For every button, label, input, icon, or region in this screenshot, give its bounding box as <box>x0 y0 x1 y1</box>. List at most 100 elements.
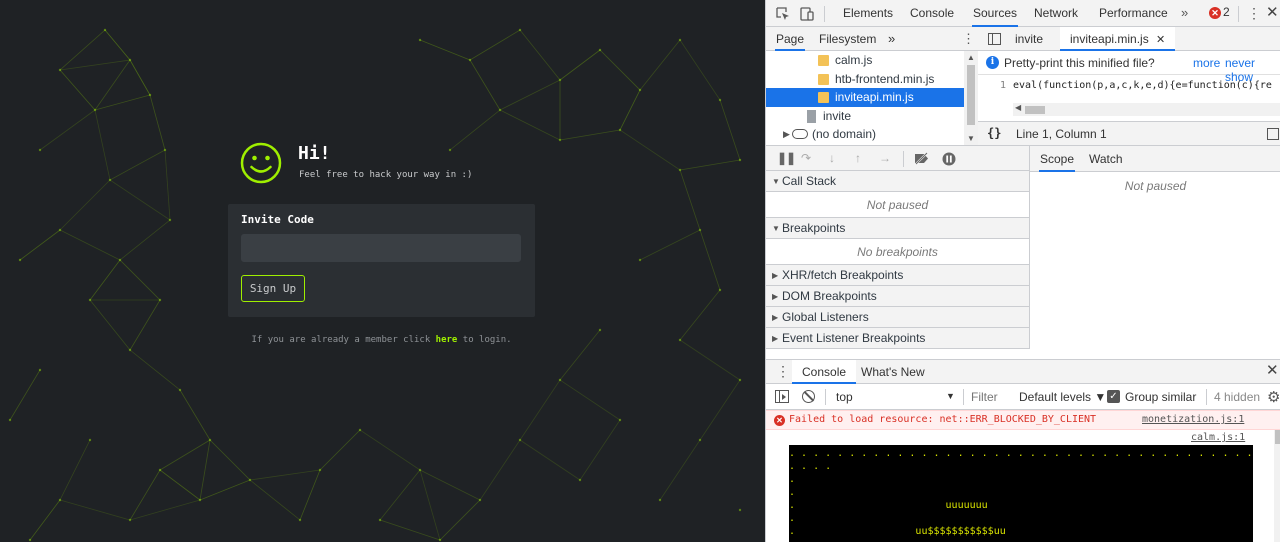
code-text[interactable]: eval(function(p,a,c,k,e,d){e=function(c)… <box>1013 77 1272 95</box>
scroll-up-arrow-icon[interactable]: ▲ <box>967 53 975 62</box>
line-number[interactable]: 1 <box>978 77 1006 95</box>
tab-watch[interactable]: Watch <box>1089 146 1123 172</box>
error-count[interactable]: 2 <box>1223 5 1230 19</box>
call-stack-body: Not paused <box>766 192 1030 218</box>
scroll-left-arrow-icon[interactable]: ◀ <box>1015 103 1021 112</box>
step-icon[interactable]: → <box>879 151 891 165</box>
dom-breakpoints-header[interactable]: ▶ DOM Breakpoints <box>766 286 1030 307</box>
invite-code-input[interactable] <box>241 234 521 262</box>
tab-elements[interactable]: Elements <box>843 0 893 27</box>
network-edge <box>679 289 721 341</box>
deactivate-breakpoints-icon[interactable] <box>914 152 930 165</box>
tab-network[interactable]: Network <box>1034 0 1078 27</box>
expand-arrow-icon[interactable]: ▶ <box>772 286 778 307</box>
xhr-breakpoints-header[interactable]: ▶ XHR/fetch Breakpoints <box>766 265 1030 286</box>
breakpoints-header[interactable]: ▼ Breakpoints <box>766 218 1030 239</box>
group-similar-checkbox[interactable]: ✓ <box>1107 390 1120 403</box>
network-edge <box>94 94 151 111</box>
collapse-arrow-icon[interactable]: ▼ <box>772 218 780 239</box>
more-tabs-chevron-icon[interactable]: » <box>1181 0 1188 27</box>
expand-arrow-icon[interactable]: ▶ <box>772 307 778 328</box>
pause-icon[interactable]: ❚❚ <box>777 151 796 165</box>
step-into-icon[interactable]: ↓ <box>829 151 835 165</box>
network-node <box>208 438 212 442</box>
scrollbar-thumb[interactable] <box>1275 430 1280 444</box>
close-devtools-icon[interactable]: ✕ <box>1266 5 1279 21</box>
error-source-link[interactable]: monetization.js:1 <box>1142 414 1244 425</box>
network-edge <box>619 129 681 171</box>
login-link[interactable]: here <box>436 335 458 345</box>
navigator-scrollbar[interactable]: ▲ ▼ <box>964 51 978 145</box>
editor-horizontal-scrollbar[interactable]: ◀ <box>1013 103 1280 116</box>
clear-console-icon[interactable] <box>802 390 815 403</box>
event-listener-breakpoints-header[interactable]: ▶ Event Listener Breakpoints <box>766 328 1030 349</box>
scroll-down-arrow-icon[interactable]: ▼ <box>967 134 975 143</box>
tree-item-inviteapi[interactable]: inviteapi.min.js <box>766 88 964 107</box>
expand-arrow-icon[interactable]: ▶ <box>772 265 778 286</box>
smiley-logo-icon <box>240 142 282 184</box>
tab-performance[interactable]: Performance <box>1099 0 1168 27</box>
tab-page[interactable]: Page <box>775 27 806 51</box>
tab-scope[interactable]: Scope <box>1039 146 1076 172</box>
navigator-menu-icon[interactable]: ⋮ <box>962 31 975 47</box>
tab-sources[interactable]: Sources <box>972 0 1019 27</box>
pretty-print-braces-icon[interactable]: {} <box>987 126 1001 140</box>
expand-arrow-icon[interactable]: ▶ <box>772 328 778 349</box>
editor-tabs: invite inviteapi.min.js ✕ <box>978 27 1280 51</box>
step-over-icon[interactable]: ↷ <box>801 151 811 165</box>
tab-console[interactable]: Console <box>910 0 954 27</box>
network-edge <box>719 99 741 161</box>
pretty-print-more-link[interactable]: more <box>1193 56 1220 70</box>
group-similar-label[interactable]: Group similar <box>1125 390 1196 404</box>
console-toolbar: top ▼ Default levels ▼ ✓ Group similar 4… <box>766 384 1280 410</box>
context-selector[interactable]: top <box>836 390 853 404</box>
log-levels-dropdown[interactable]: Default levels ▼ <box>1019 390 1106 404</box>
network-edge <box>439 499 481 541</box>
coverage-icon[interactable] <box>1267 128 1279 140</box>
code-line[interactable]: 1 eval(function(p,a,c,k,e,d){e=function(… <box>978 77 1280 95</box>
global-listeners-header[interactable]: ▶ Global Listeners <box>766 307 1030 328</box>
tree-item-calm-js[interactable]: calm.js <box>766 51 964 70</box>
editor-tab-label: inviteapi.min.js <box>1070 32 1149 46</box>
toggle-navigator-icon[interactable] <box>988 33 1001 45</box>
tab-whats-new[interactable]: What's New <box>861 360 925 384</box>
tree-item-htb-frontend[interactable]: htb-frontend.min.js <box>766 70 964 89</box>
editor-tab-inviteapi[interactable]: inviteapi.min.js ✕ <box>1060 27 1176 51</box>
editor-tab-invite[interactable]: invite <box>1015 27 1043 51</box>
network-node <box>128 348 132 352</box>
close-drawer-icon[interactable]: ✕ <box>1266 363 1279 379</box>
expand-arrow-icon[interactable]: ▶ <box>783 125 790 144</box>
tab-filesystem[interactable]: Filesystem <box>819 27 876 51</box>
sign-up-button[interactable]: Sign Up <box>241 275 305 302</box>
network-node <box>678 168 682 172</box>
tree-item-invite[interactable]: invite <box>766 107 964 126</box>
close-tab-icon[interactable]: ✕ <box>1156 34 1165 46</box>
error-badge-icon[interactable]: ✕ <box>1209 7 1221 19</box>
collapse-arrow-icon[interactable]: ▼ <box>772 171 780 192</box>
devtools-menu-icon[interactable]: ⋮ <box>1247 5 1261 21</box>
tab-drawer-console[interactable]: Console <box>792 360 857 384</box>
dropdown-arrow-icon[interactable]: ▼ <box>946 391 955 401</box>
tree-item-no-domain[interactable]: ▶ (no domain) <box>766 125 964 144</box>
invite-panel: Invite Code Sign Up <box>228 204 535 317</box>
gear-icon[interactable]: ⚙ <box>1267 388 1280 406</box>
network-edge <box>619 89 641 131</box>
console-sidebar-icon[interactable] <box>775 390 789 403</box>
call-stack-header[interactable]: ▼ Call Stack <box>766 171 1030 192</box>
more-navigator-tabs-chevron-icon[interactable]: » <box>888 27 895 51</box>
pause-on-exceptions-icon[interactable] <box>942 152 956 166</box>
console-scrollbar[interactable] <box>1274 430 1280 542</box>
network-node <box>738 508 742 512</box>
scrollbar-thumb[interactable] <box>967 65 975 125</box>
inspect-element-icon[interactable] <box>775 6 791 22</box>
network-node <box>158 468 162 472</box>
device-toolbar-icon[interactable] <box>799 6 815 22</box>
network-edge <box>149 94 166 151</box>
network-node <box>558 78 562 82</box>
step-out-icon[interactable]: ↑ <box>855 151 861 165</box>
drawer-menu-icon[interactable]: ⋮ <box>776 363 790 379</box>
network-edge <box>159 469 201 501</box>
log-source-link[interactable]: calm.js:1 <box>1191 432 1245 443</box>
console-filter-input[interactable] <box>971 388 1013 406</box>
scrollbar-thumb[interactable] <box>1025 106 1045 114</box>
